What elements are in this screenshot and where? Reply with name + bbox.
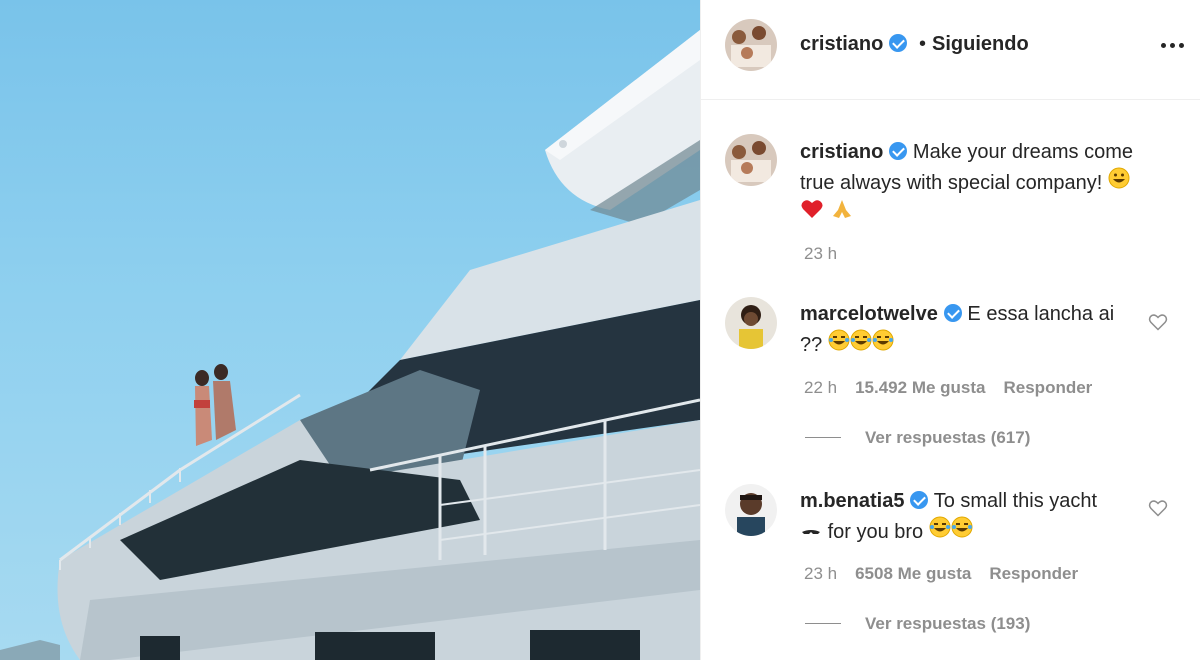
author-avatar[interactable]: [725, 19, 777, 71]
tears-of-joy-emoji: [850, 329, 872, 360]
separator-dot: •: [919, 33, 927, 55]
following-button[interactable]: Siguiendo: [932, 33, 1029, 56]
comment-meta: 23 h 6508 Me gusta Responder: [804, 564, 1078, 584]
view-replies-button[interactable]: Ver respuestas (193): [805, 614, 1030, 634]
more-options-icon[interactable]: [1161, 35, 1191, 55]
caption-avatar[interactable]: [725, 134, 777, 186]
tears-of-joy-emoji: [951, 516, 973, 547]
author-username[interactable]: cristiano: [800, 33, 908, 56]
comment-timestamp: 22 h: [804, 378, 838, 397]
instagram-post: cristiano • Siguiendo cristiano Make you…: [0, 0, 1200, 660]
replies-divider: [805, 623, 841, 624]
tears-of-joy-emoji: [929, 516, 951, 547]
tears-of-joy-emoji: [872, 329, 894, 360]
verified-badge-icon: [889, 34, 908, 52]
comment-username[interactable]: m.benatia5: [800, 490, 904, 512]
replies-divider: [805, 437, 841, 438]
like-heart-icon[interactable]: [1148, 312, 1168, 332]
comment-body-continued: for you bro: [827, 521, 924, 543]
comment-avatar[interactable]: [725, 297, 777, 349]
reply-button[interactable]: Responder: [1004, 378, 1093, 397]
comment-avatar[interactable]: [725, 484, 777, 536]
red-heart-emoji: [800, 198, 824, 229]
yacht-image: [0, 30, 700, 660]
caption-text: cristiano Make your dreams come true alw…: [800, 138, 1170, 229]
likes-count[interactable]: 6508 Me gusta: [855, 564, 971, 583]
view-replies-button[interactable]: Ver respuestas (617): [805, 428, 1030, 448]
comment-timestamp: 23 h: [804, 564, 838, 583]
verified-badge-icon: [910, 491, 929, 509]
view-replies-label: Ver respuestas (193): [865, 614, 1031, 633]
caption-username[interactable]: cristiano: [800, 141, 883, 163]
caption-timestamp: 23 h: [804, 244, 838, 263]
tears-of-joy-emoji: [828, 329, 850, 360]
post-header: cristiano • Siguiendo: [701, 0, 1200, 100]
comment-body: To small this yacht: [933, 490, 1098, 512]
reply-button[interactable]: Responder: [989, 564, 1078, 583]
sunglasses-emoji: [800, 518, 822, 547]
comment-text: marcelotwelve E essa lancha ai ??: [800, 300, 1130, 360]
comment-meta: 22 h 15.492 Me gusta Responder: [804, 378, 1092, 398]
verified-badge-icon: [889, 142, 908, 160]
like-heart-icon[interactable]: [1148, 498, 1168, 518]
grinning-face-emoji: [1108, 167, 1130, 198]
comment-text: m.benatia5 To small this yacht for you b…: [800, 487, 1130, 547]
post-photo[interactable]: [0, 0, 700, 660]
comment-username[interactable]: marcelotwelve: [800, 303, 938, 325]
verified-badge-icon: [943, 304, 962, 322]
folded-hands-emoji: [830, 198, 854, 229]
view-replies-label: Ver respuestas (617): [865, 428, 1031, 447]
likes-count[interactable]: 15.492 Me gusta: [855, 378, 985, 397]
post-sidebar: cristiano • Siguiendo cristiano Make you…: [700, 0, 1200, 660]
